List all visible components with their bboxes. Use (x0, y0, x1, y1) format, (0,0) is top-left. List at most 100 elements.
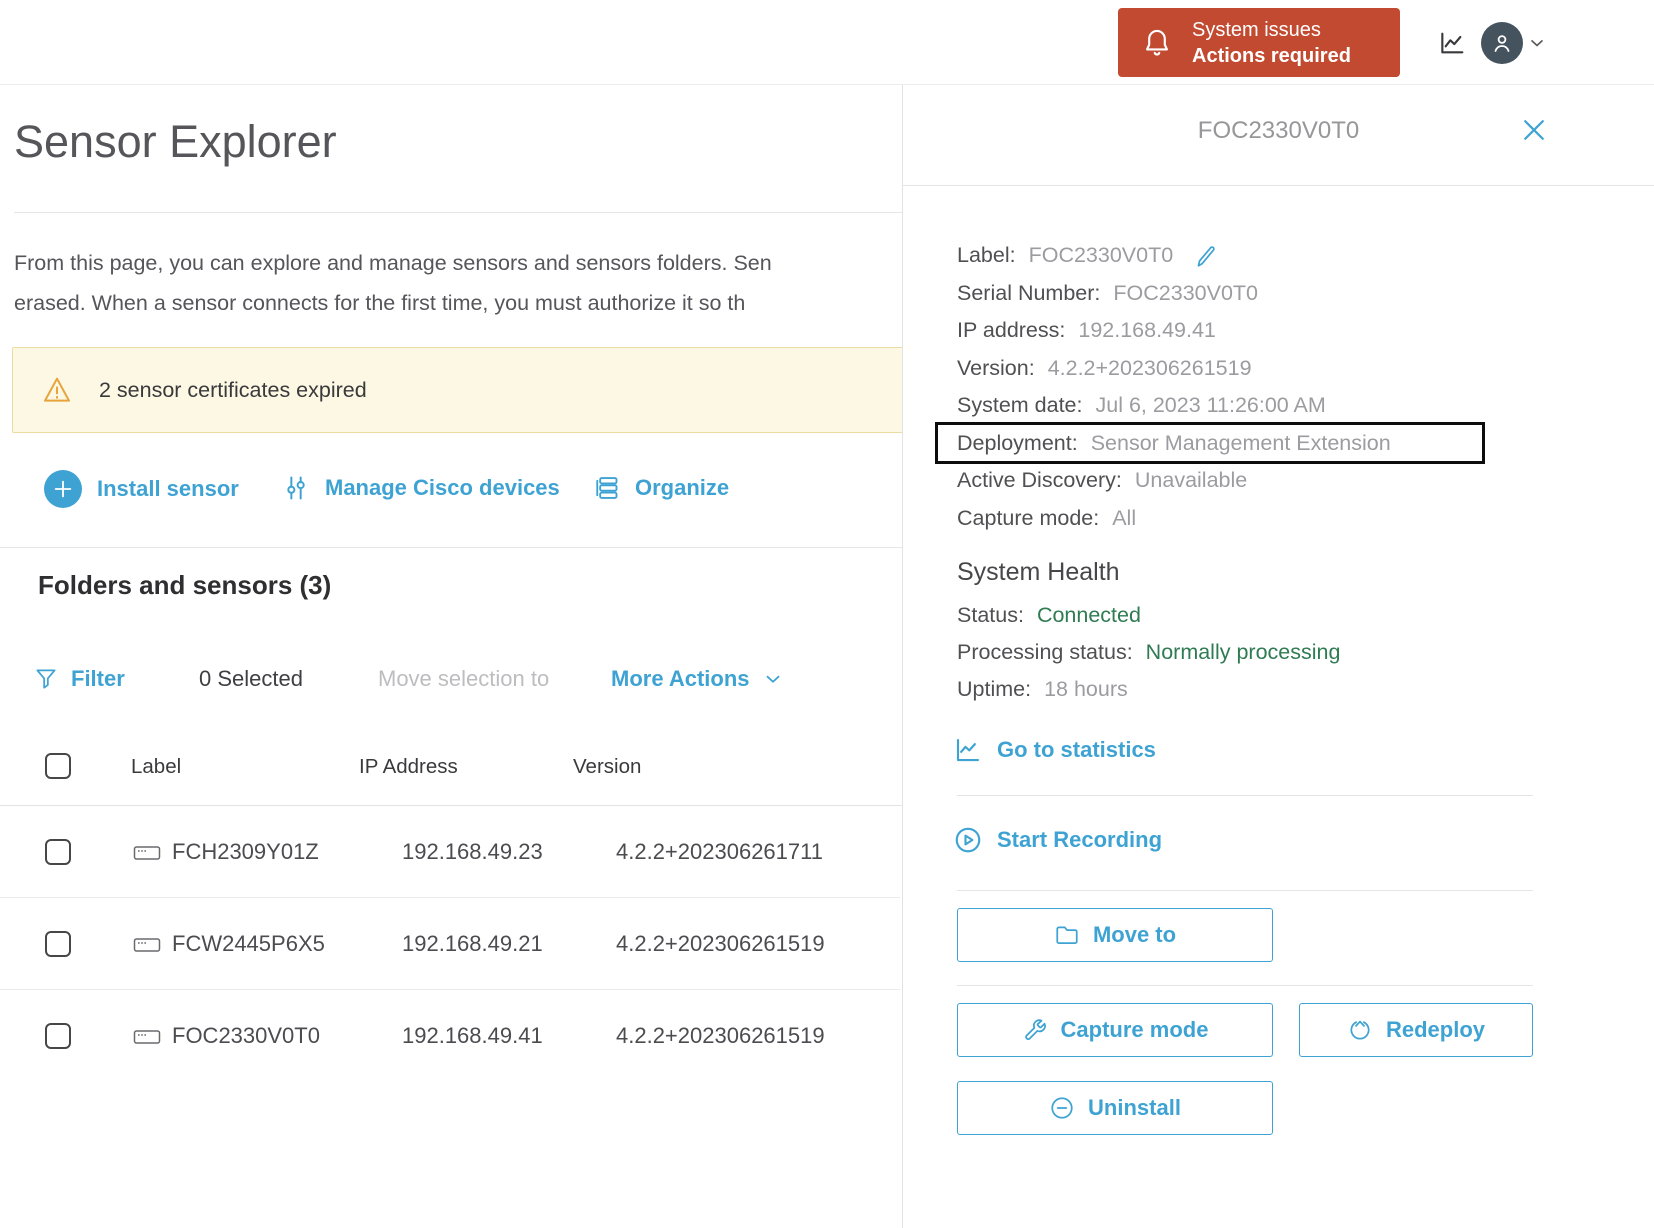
sensor-label: FCH2309Y01Z (172, 839, 319, 864)
bell-icon (1140, 26, 1174, 60)
filter-label: Filter (71, 666, 125, 691)
row-checkbox[interactable] (45, 839, 71, 865)
detail-row-system-date: System date: Jul 6, 2023 11:26:00 AM (957, 387, 1391, 425)
wrench-icon (1022, 1017, 1048, 1043)
warning-text: 2 sensor certificates expired (99, 377, 367, 402)
detail-key: Serial Number: (957, 280, 1101, 305)
detail-row-deployment: Deployment: Sensor Management Extension (957, 425, 1391, 463)
system-issues-button[interactable]: System issues Actions required (1118, 8, 1400, 77)
move-selection-to-button-disabled: Move selection to (378, 666, 550, 691)
health-key: Status: (957, 603, 1024, 627)
more-actions-button[interactable]: More Actions (611, 656, 784, 702)
start-recording-link[interactable]: Start Recording (953, 825, 1162, 855)
start-recording-label: Start Recording (997, 827, 1163, 852)
table-row[interactable]: FOC2330V0T0 192.168.49.41 4.2.2+20230626… (0, 990, 900, 1082)
filter-button[interactable]: Filter (33, 656, 125, 702)
manage-cisco-devices-label: Manage Cisco devices (325, 475, 560, 500)
table-row[interactable]: FCW2445P6X5 192.168.49.21 4.2.2+20230626… (0, 898, 900, 990)
more-actions-label: More Actions (611, 666, 750, 691)
description-line-1: From this page, you can explore and mana… (14, 251, 772, 275)
move-to-button[interactable]: Move to (957, 908, 1273, 962)
chevron-down-icon (762, 668, 784, 690)
detail-value: FOC2330V0T0 (1028, 243, 1174, 268)
folder-icon (1054, 922, 1080, 948)
close-icon[interactable] (1519, 115, 1549, 145)
sensor-details-panel: FOC2330V0T0 Label: FOC2330V0T0 Serial Nu… (902, 85, 1654, 1228)
health-key: Processing status: (957, 640, 1133, 664)
play-circle-icon (953, 825, 983, 855)
page-description: From this page, you can explore and mana… (14, 243, 772, 323)
layers-stack-icon (592, 474, 620, 502)
go-to-statistics-link[interactable]: Go to statistics (953, 735, 1156, 765)
selected-count: 0 Selected (199, 666, 303, 691)
system-issues-label: System issues (1192, 18, 1321, 41)
warning-triangle-icon (41, 374, 73, 406)
detail-value: All (1112, 505, 1137, 530)
row-checkbox[interactable] (45, 1023, 71, 1049)
health-row-uptime: Uptime: 18 hours (957, 671, 1340, 708)
row-checkbox[interactable] (45, 931, 71, 957)
panel-divider (957, 985, 1533, 986)
sensor-ip: 192.168.49.21 (402, 931, 543, 956)
detail-key: Active Discovery: (957, 468, 1122, 493)
capture-mode-button[interactable]: Capture mode (957, 1003, 1273, 1057)
manage-cisco-devices-button[interactable]: Manage Cisco devices (282, 474, 560, 502)
sensor-ip: 192.168.49.23 (402, 839, 543, 864)
detail-value: Unavailable (1134, 468, 1248, 493)
organize-button[interactable]: Organize (592, 474, 729, 502)
actions-required-label: Actions required (1192, 44, 1351, 67)
table-header-row: Label IP Address Version (0, 735, 900, 805)
funnel-icon (33, 666, 59, 692)
detail-key: Label: (957, 243, 1016, 268)
table-row[interactable]: FCH2309Y01Z 192.168.49.23 4.2.2+20230626… (0, 806, 900, 898)
detail-row-active-discovery: Active Discovery: Unavailable (957, 462, 1391, 500)
detail-key: Deployment: (957, 430, 1078, 455)
table-toolbar: Filter 0 Selected Move selection to More… (0, 656, 900, 702)
capture-mode-label: Capture mode (1060, 1017, 1209, 1042)
folders-sensors-heading: Folders and sensors (3) (38, 570, 332, 600)
edit-pencil-icon[interactable] (1192, 243, 1218, 269)
chevron-down-icon[interactable] (1527, 33, 1547, 53)
sensor-version: 4.2.2+202306261711 (616, 839, 823, 864)
go-to-statistics-label: Go to statistics (997, 737, 1156, 762)
sensor-label: FOC2330V0T0 (172, 1023, 320, 1048)
description-line-2: erased. When a sensor connects for the f… (14, 291, 746, 315)
user-avatar-icon[interactable] (1481, 22, 1523, 64)
line-chart-icon[interactable] (1437, 27, 1469, 59)
health-row-processing: Processing status: Normally processing (957, 634, 1340, 671)
select-all-checkbox[interactable] (45, 753, 71, 779)
top-header-bar: System issues Actions required (0, 0, 1654, 85)
panel-divider (957, 890, 1533, 891)
detail-row-serial: Serial Number: FOC2330V0T0 (957, 275, 1391, 313)
system-health-heading: System Health (957, 558, 1120, 586)
detail-row-ip: IP address: 192.168.49.41 (957, 312, 1391, 350)
uninstall-button[interactable]: Uninstall (957, 1081, 1273, 1135)
sensor-ip: 192.168.49.41 (402, 1023, 543, 1048)
detail-value: Sensor Management Extension (1090, 430, 1391, 455)
install-sensor-button[interactable]: Install sensor (44, 470, 239, 508)
status-value: Connected (1036, 603, 1141, 627)
detail-row-capture-mode: Capture mode: All (957, 500, 1391, 538)
sensor-device-icon (133, 844, 161, 862)
health-key: Uptime: (957, 677, 1032, 701)
sensor-device-icon (133, 936, 161, 954)
sliders-icon (282, 474, 310, 502)
detail-value: Jul 6, 2023 11:26:00 AM (1095, 393, 1326, 418)
install-sensor-label: Install sensor (97, 476, 239, 501)
column-header-ip: IP Address (359, 755, 458, 778)
detail-key: System date: (957, 393, 1083, 418)
statistics-chart-icon (953, 735, 983, 765)
panel-divider (957, 795, 1533, 796)
redeploy-button[interactable]: Redeploy (1299, 1003, 1533, 1057)
sensor-version: 4.2.2+202306261519 (616, 931, 825, 956)
minus-circle-icon (1049, 1095, 1075, 1121)
uninstall-label: Uninstall (1088, 1095, 1181, 1120)
column-header-version: Version (573, 755, 642, 778)
sensor-actions-row: Install sensor Manage Cisco devices Orga… (0, 465, 900, 517)
health-row-status: Status: Connected (957, 597, 1340, 634)
column-header-label: Label (131, 755, 182, 778)
processing-status-value: Normally processing (1145, 640, 1341, 664)
page-title: Sensor Explorer (14, 116, 337, 167)
redeploy-label: Redeploy (1385, 1017, 1486, 1042)
organize-label: Organize (635, 475, 730, 500)
